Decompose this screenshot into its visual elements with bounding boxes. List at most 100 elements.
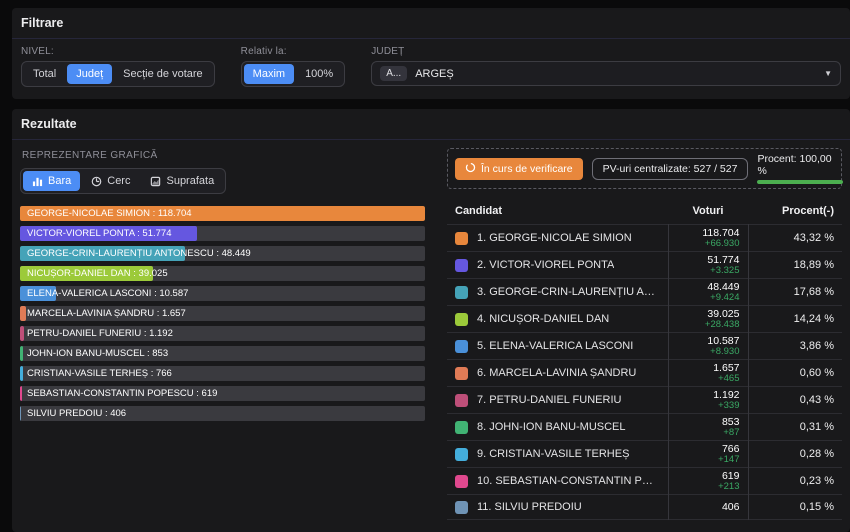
chart-bar[interactable]: JOHN-ION BANU-MUSCEL : 853 [20, 346, 425, 361]
candidate-name: 10. SEBASTIAN-CONSTANTIN POPESCU [477, 475, 660, 487]
relativ-option-label: Maxim [253, 68, 285, 80]
bar-chart-icon [32, 176, 43, 187]
candidate-name: 1. GEORGE-NICOLAE SIMION [477, 232, 632, 244]
status-box: În curs de verificare PV-uri centralizat… [447, 148, 842, 189]
header-procent: Procent(-) [748, 198, 842, 225]
chart-bar[interactable]: SEBASTIAN-CONSTANTIN POPESCU : 619 [20, 386, 425, 401]
candidate-name: 8. JOHN-ION BANU-MUSCEL [477, 421, 626, 433]
candidate-color-swatch [455, 501, 468, 514]
chart-bar[interactable]: SILVIU PREDOIU : 406 [20, 406, 425, 421]
candidate-row: 9. CRISTIAN-VASILE TERHEȘ766+1470,28 % [447, 441, 842, 468]
filter-panel: Filtrare NIVEL: TotalJudețSecție de vota… [12, 8, 850, 99]
percent-value: 3,86 % [748, 333, 842, 360]
candidate-name: 3. GEORGE-CRIN-LAURENȚIU ANTONESCU [477, 286, 660, 298]
candidate-color-swatch [455, 286, 468, 299]
chart-bar[interactable]: CRISTIAN-VASILE TERHEȘ : 766 [20, 366, 425, 381]
candidate-row: 6. MARCELA-LAVINIA ȘANDRU1.657+4650,60 % [447, 360, 842, 387]
chart-bar[interactable]: VICTOR-VIOREL PONTA : 51.774 [20, 226, 425, 241]
pv-badge: PV-uri centralizate: 527 / 527 [592, 158, 749, 180]
procent-progress-track [757, 180, 843, 184]
nivel-option-judet[interactable]: Județ [67, 64, 112, 84]
chart-bar-label: PETRU-DANIEL FUNERIU : 1.192 [27, 326, 173, 341]
relativ-option-100[interactable]: 100% [296, 64, 342, 84]
chevron-down-icon: ▼ [824, 69, 832, 78]
percent-value: 0,43 % [748, 387, 842, 414]
candidate-color-swatch [455, 475, 468, 488]
votes-delta: +3.325 [677, 266, 740, 276]
votes-delta: +66.930 [677, 239, 740, 249]
chart-section-label: REPREZENTARE GRAFICĂ [22, 150, 425, 161]
results-table: Candidat Voturi Procent(-) 1. GEORGE-NIC… [447, 198, 842, 520]
chart-bar[interactable]: PETRU-DANIEL FUNERIU : 1.192 [20, 326, 425, 341]
view-mode-label: Suprafata [166, 175, 214, 187]
votes-delta: +28.438 [677, 320, 740, 330]
candidate-row: 7. PETRU-DANIEL FUNERIU1.192+3390,43 % [447, 387, 842, 414]
candidate-name: 11. SILVIU PREDOIU [477, 501, 582, 513]
chart-bar-label: ELENA-VALERICA LASCONI : 10.587 [27, 286, 188, 301]
relativ-field: Relativ la: Maxim 100% [241, 46, 346, 87]
chart-bar[interactable]: NICUȘOR-DANIEL DAN : 39.025 [20, 266, 425, 281]
filter-panel-title: Filtrare [12, 8, 850, 39]
procent-indicator: Procent: 100,00 % [757, 153, 843, 184]
chart-bar[interactable]: GEORGE-NICOLAE SIMION : 118.704 [20, 206, 425, 221]
candidate-row: 1. GEORGE-NICOLAE SIMION118.704+66.93043… [447, 225, 842, 252]
results-panel: Rezultate REPREZENTARE GRAFICĂ BaraCercS… [12, 109, 850, 532]
verification-icon [465, 162, 476, 176]
relativ-button-group: Maxim 100% [241, 61, 346, 87]
candidate-row: 5. ELENA-VALERICA LASCONI10.587+8.9303,8… [447, 333, 842, 360]
chart-bar-label: VICTOR-VIOREL PONTA : 51.774 [27, 226, 172, 241]
chart-bar-fill [20, 346, 23, 361]
results-body: REPREZENTARE GRAFICĂ Bara Cerc Suprafata G… [12, 140, 850, 532]
chart-bar[interactable]: GEORGE-CRIN-LAURENȚIU ANTONESCU : 48.449 [20, 246, 425, 261]
candidate-color-swatch [455, 259, 468, 272]
nivel-option-sectie-de-votare[interactable]: Secție de votare [114, 64, 212, 84]
votes-delta: +87 [677, 428, 740, 438]
chart-column: REPREZENTARE GRAFICĂ Bara Cerc Suprafata G… [20, 148, 425, 426]
view-mode-suprafata[interactable]: Suprafata [141, 171, 223, 191]
chart-bar-fill [20, 366, 23, 381]
relativ-option-maxim[interactable]: Maxim [244, 64, 294, 84]
percent-value: 0,60 % [748, 360, 842, 387]
view-mode-cerc[interactable]: Cerc [82, 171, 139, 191]
candidate-color-swatch [455, 232, 468, 245]
candidate-row: 10. SEBASTIAN-CONSTANTIN POPESCU619+2130… [447, 468, 842, 495]
chart-bar-label: GEORGE-NICOLAE SIMION : 118.704 [27, 206, 192, 221]
candidate-color-swatch [455, 448, 468, 461]
chart-bar-fill [20, 406, 21, 421]
nivel-option-total[interactable]: Total [24, 64, 65, 84]
candidate-name: 6. MARCELA-LAVINIA ȘANDRU [477, 367, 636, 379]
percent-value: 0,28 % [748, 441, 842, 468]
judet-field: JUDEȚ A... ARGEȘ ▼ [371, 46, 841, 86]
votes-delta: +9.424 [677, 293, 740, 303]
votes-delta: +339 [677, 401, 740, 411]
chart-bar[interactable]: MARCELA-LAVINIA ȘANDRU : 1.657 [20, 306, 425, 321]
chart-bar-label: SEBASTIAN-CONSTANTIN POPESCU : 619 [27, 386, 217, 401]
votes-delta: +8.930 [677, 347, 740, 357]
nivel-field: NIVEL: TotalJudețSecție de votare [21, 46, 215, 87]
percent-value: 0,23 % [748, 468, 842, 495]
percent-value: 0,15 % [748, 495, 842, 520]
chart-bar-label: MARCELA-LAVINIA ȘANDRU : 1.657 [27, 306, 186, 321]
header-voturi: Voturi [668, 198, 748, 225]
votes-value: 406 [677, 501, 740, 513]
judet-select[interactable]: A... ARGEȘ ▼ [371, 61, 841, 86]
judet-value: ARGEȘ [415, 68, 816, 80]
candidate-row: 2. VICTOR-VIOREL PONTA51.774+3.32518,89 … [447, 252, 842, 279]
nivel-button-group: Total JudețSecție de votare [21, 61, 215, 87]
area-chart-icon [150, 176, 161, 187]
pie-chart-icon [91, 176, 102, 187]
candidate-row: 4. NICUȘOR-DANIEL DAN39.025+28.43814,24 … [447, 306, 842, 333]
judet-label: JUDEȚ [371, 46, 841, 57]
judet-badge: A... [380, 66, 407, 81]
candidate-name: 5. ELENA-VALERICA LASCONI [477, 340, 633, 352]
view-mode-bara[interactable]: Bara [23, 171, 80, 191]
bar-chart: GEORGE-NICOLAE SIMION : 118.704 VICTOR-VI… [20, 206, 425, 421]
procent-label: Procent: 100,00 % [757, 153, 843, 177]
percent-value: 18,89 % [748, 252, 842, 279]
percent-value: 14,24 % [748, 306, 842, 333]
view-mode-label: Cerc [107, 175, 130, 187]
chart-bar[interactable]: ELENA-VALERICA LASCONI : 10.587 [20, 286, 425, 301]
chart-bar-label: NICUȘOR-DANIEL DAN : 39.025 [27, 266, 168, 281]
nivel-option-label: Total [33, 68, 56, 80]
relativ-label: Relativ la: [241, 46, 346, 57]
